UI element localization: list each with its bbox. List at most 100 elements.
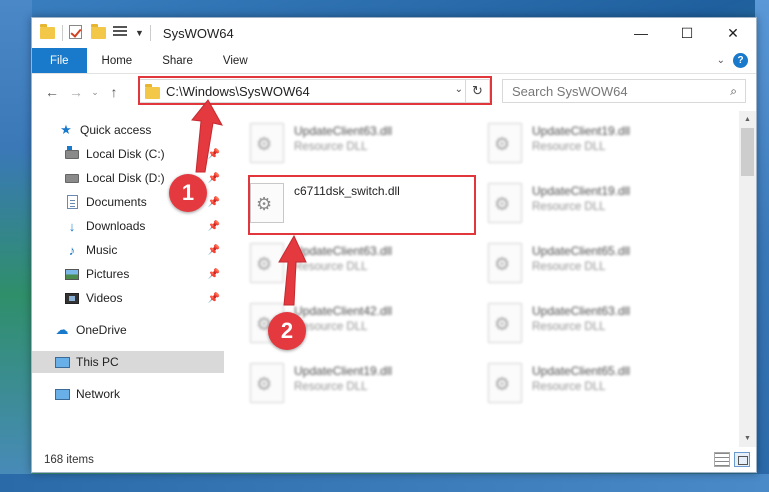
list-item[interactable]: UpdateClient19.dll Resource DLL: [488, 179, 708, 229]
file-type: Resource DLL: [532, 141, 606, 153]
star-icon: ★: [60, 122, 72, 137]
drive-icon: [64, 170, 80, 186]
sidebar-item-label: Music: [86, 243, 118, 257]
maximize-button[interactable]: ☐: [664, 18, 710, 48]
sidebar-item-downloads[interactable]: ↓ Downloads 📌: [32, 215, 224, 237]
sidebar-item-label: Network: [76, 387, 121, 401]
sidebar-item-videos[interactable]: Videos 📌: [32, 287, 224, 309]
up-button[interactable]: ↑: [102, 84, 126, 100]
file-type: Resource DLL: [532, 201, 606, 213]
folder-icon: [145, 83, 160, 99]
search-icon[interactable]: ⌕: [730, 84, 737, 99]
sidebar-item-onedrive[interactable]: ☁ OneDrive: [32, 319, 224, 341]
dll-file-icon: [488, 123, 522, 163]
back-button[interactable]: ←: [40, 84, 64, 100]
drive-icon: [64, 145, 80, 162]
address-bar[interactable]: C:\Windows\SysWOW64 ⌄ ↻: [138, 79, 490, 103]
file-name: UpdateClient63.dll: [294, 244, 393, 258]
help-icon[interactable]: ?: [733, 53, 748, 68]
sidebar-item-label: OneDrive: [76, 323, 127, 337]
sidebar-item-this-pc[interactable]: This PC: [32, 351, 224, 373]
cloud-icon: ☁: [55, 322, 69, 337]
search-box[interactable]: ⌕: [502, 79, 746, 103]
document-icon: [64, 194, 80, 210]
status-bar: 168 items: [32, 448, 756, 472]
list-item-c6711dsk-switch[interactable]: c6711dsk_switch.dll: [250, 179, 470, 229]
desktop-background-bottom: [0, 474, 769, 492]
file-name: UpdateClient65.dll: [532, 244, 631, 258]
dll-file-icon: [488, 243, 522, 283]
sidebar-item-network[interactable]: Network: [32, 383, 224, 405]
search-input[interactable]: [512, 83, 712, 99]
details-view-icon[interactable]: [714, 452, 730, 467]
tiles-view-icon[interactable]: [734, 452, 750, 467]
scroll-thumb[interactable]: [741, 128, 754, 176]
file-name: c6711dsk_switch.dll: [294, 184, 400, 198]
annotation-badge-1: 1: [169, 174, 207, 212]
pin-icon: 📌: [207, 268, 220, 280]
sidebar-item-local-disk-c[interactable]: Local Disk (C:) 📌: [32, 143, 224, 165]
tab-view[interactable]: View: [208, 48, 263, 73]
file-name: UpdateClient65.dll: [532, 364, 631, 378]
pin-icon: 📌: [207, 292, 220, 304]
sidebar-item-label: Pictures: [86, 267, 130, 281]
scroll-up-icon[interactable]: ▲: [739, 111, 756, 128]
desktop-background-right: [755, 0, 769, 492]
vertical-scrollbar[interactable]: ▲ ▼: [739, 111, 756, 447]
tab-home[interactable]: Home: [87, 48, 148, 73]
sidebar-item-label: Local Disk (D:): [86, 171, 165, 185]
annotation-badge-2: 2: [268, 312, 306, 350]
sidebar-item-pictures[interactable]: Pictures 📌: [32, 263, 224, 285]
download-icon: ↓: [68, 218, 76, 234]
list-item[interactable]: UpdateClient63.dll Resource DLL: [250, 119, 470, 169]
file-type: Resource DLL: [294, 381, 368, 393]
scroll-down-icon[interactable]: ▼: [739, 430, 756, 447]
music-icon: ♪: [68, 242, 76, 258]
list-item[interactable]: UpdateClient65.dll Resource DLL: [488, 359, 708, 409]
recent-locations-button[interactable]: ⌄: [88, 87, 102, 98]
pin-icon: 📌: [207, 220, 220, 232]
file-name: UpdateClient19.dll: [532, 124, 631, 138]
expand-ribbon-icon[interactable]: ⌄: [717, 55, 725, 66]
pin-icon: 📌: [207, 172, 220, 184]
sidebar-item-label: Downloads: [86, 219, 146, 233]
sidebar-item-label: This PC: [76, 355, 119, 369]
sidebar-item-music[interactable]: ♪ Music 📌: [32, 239, 224, 261]
list-item[interactable]: UpdateClient65.dll Resource DLL: [488, 239, 708, 289]
properties-check-icon[interactable]: [69, 25, 85, 41]
sidebar-item-quick-access[interactable]: ★ Quick access: [32, 119, 224, 141]
file-name: UpdateClient42.dll: [294, 304, 393, 318]
forward-button[interactable]: →: [64, 84, 88, 100]
tab-file[interactable]: File: [32, 48, 87, 73]
close-button[interactable]: ✕: [710, 18, 756, 48]
item-count: 168 items: [44, 454, 94, 466]
pc-icon: [54, 354, 70, 370]
file-explorer-window: ▼ SysWOW64 — ☐ ✕ File Home Share View ⌄ …: [31, 17, 757, 473]
file-type: Resource DLL: [532, 261, 606, 273]
address-path[interactable]: C:\Windows\SysWOW64: [166, 84, 310, 99]
view-toggle: [714, 452, 750, 467]
toolbar-divider: [149, 25, 151, 41]
dll-file-icon: [250, 243, 284, 283]
list-item[interactable]: UpdateClient19.dll Resource DLL: [250, 359, 470, 409]
address-dropdown-icon[interactable]: ⌄: [455, 84, 463, 95]
tab-share[interactable]: Share: [147, 48, 208, 73]
list-item[interactable]: UpdateClient19.dll Resource DLL: [488, 119, 708, 169]
file-name: UpdateClient19.dll: [532, 184, 631, 198]
properties-list-icon[interactable]: [113, 25, 129, 41]
list-item[interactable]: UpdateClient63.dll Resource DLL: [488, 299, 708, 349]
customize-toolbar-icon[interactable]: ▼: [135, 28, 144, 38]
file-name: UpdateClient63.dll: [532, 304, 631, 318]
dll-file-icon: [250, 183, 284, 223]
navigation-bar: ← → ⌄ ↑ C:\Windows\SysWOW64 ⌄ ↻ ⌕: [32, 75, 756, 109]
pin-icon: 📌: [207, 148, 220, 160]
ribbon-right-controls: ⌄ ?: [717, 48, 756, 73]
new-folder-icon[interactable]: [91, 24, 107, 41]
pin-icon: 📌: [207, 196, 220, 208]
dll-file-icon: [488, 363, 522, 403]
minimize-button[interactable]: —: [618, 18, 664, 48]
title-bar: ▼ SysWOW64 — ☐ ✕: [32, 18, 756, 48]
refresh-button[interactable]: ↻: [465, 80, 489, 102]
file-type: Resource DLL: [294, 321, 368, 333]
list-item[interactable]: UpdateClient63.dll Resource DLL: [250, 239, 470, 289]
